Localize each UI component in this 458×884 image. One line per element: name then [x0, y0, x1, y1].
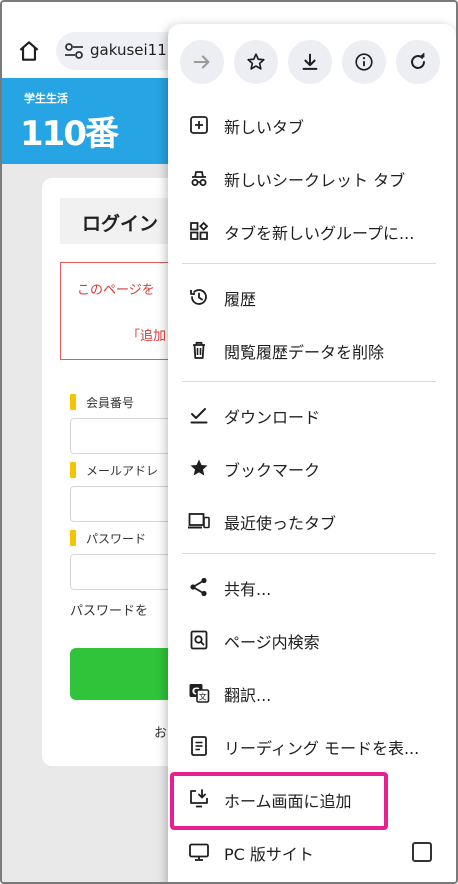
member-number-label: 会員番号	[86, 396, 135, 410]
reading-mode-icon	[186, 733, 212, 759]
menu-toolbar	[168, 24, 456, 98]
history-icon	[186, 284, 212, 310]
field-marker	[70, 530, 76, 546]
menu-item-history[interactable]: 履歴	[168, 272, 456, 322]
download-check-icon	[186, 402, 212, 428]
menu-item-find-in-page[interactable]: ページ内検索	[168, 615, 456, 665]
menu-item-translate[interactable]: G文 翻訳...	[168, 668, 456, 718]
new-tab-icon	[186, 112, 212, 138]
translate-icon: G文	[186, 680, 212, 706]
star-filled-icon	[186, 455, 212, 481]
desktop-site-checkbox[interactable]	[412, 842, 432, 862]
url-text: gakusei11	[90, 41, 167, 59]
menu-item-label: PC 版サイト	[224, 845, 314, 864]
menu-item-clear-browsing-data[interactable]: 閲覧履歴データを削除	[168, 325, 456, 375]
menu-divider	[182, 553, 436, 554]
menu-item-label: ページ内検索	[224, 633, 320, 652]
menu-item-label: 新しいタブ	[224, 118, 305, 137]
menu-divider	[182, 263, 436, 264]
menu-item-label: ダウンロード	[224, 408, 321, 427]
menu-item-label: 最近使ったタブ	[224, 514, 337, 533]
logo-number: 110番	[20, 114, 119, 154]
share-icon	[186, 574, 212, 600]
logo-tagline: 学生生活	[24, 92, 68, 105]
forward-arrow-icon	[193, 55, 210, 69]
reload-button[interactable]	[396, 40, 440, 84]
home-icon[interactable]	[16, 38, 42, 64]
incognito-icon	[186, 165, 212, 191]
menu-item-recent-tabs[interactable]: 最近使ったタブ	[168, 496, 456, 546]
find-in-page-icon	[186, 627, 212, 653]
menu-item-desktop-site[interactable]: PC 版サイト	[168, 827, 456, 877]
menu-item-new-incognito-tab[interactable]: 新しいシークレット タブ	[168, 153, 456, 203]
menu-item-label: 閲覧履歴データを削除	[224, 343, 385, 362]
tab-group-icon	[186, 218, 212, 244]
menu-item-bookmarks[interactable]: ブックマーク	[168, 443, 456, 493]
email-label: メールアドレ	[86, 464, 159, 478]
menu-item-tab-group[interactable]: タブを新しいグループに...	[168, 206, 456, 256]
highlight-box	[170, 772, 388, 830]
screenshot-frame: gakusei11 学生生活 110番 ログイン このページを 「追加 会員番号…	[0, 0, 458, 884]
forward-button[interactable]	[180, 40, 224, 84]
password-label: パスワード	[86, 532, 147, 546]
below-button-text[interactable]: お	[154, 722, 167, 741]
page-title: ログイン	[82, 213, 159, 235]
menu-item-downloads[interactable]: ダウンロード	[168, 390, 456, 440]
menu-item-label: ブックマーク	[224, 461, 321, 480]
menu-item-share[interactable]: 共有...	[168, 562, 456, 612]
menu-item-label: 履歴	[224, 290, 257, 309]
reload-icon	[411, 52, 425, 69]
menu-item-label: リーディング モードを表...	[224, 739, 420, 758]
info-icon	[355, 53, 373, 71]
star-icon	[247, 53, 265, 70]
menu-item-label: 翻訳...	[224, 686, 272, 705]
browser-overflow-menu: 新しいタブ 新しいシークレット タブ タブを新しいグループに... 履歴 閲覧履…	[168, 24, 456, 882]
devices-icon	[186, 508, 212, 534]
alert-text-1: このページを	[77, 283, 155, 298]
menu-item-label: 新しいシークレット タブ	[224, 171, 406, 190]
menu-item-new-tab[interactable]: 新しいタブ	[168, 100, 456, 150]
site-logo[interactable]: 学生生活 110番	[20, 86, 128, 156]
menu-item-reading-mode[interactable]: リーディング モードを表...	[168, 721, 456, 771]
download-icon	[302, 53, 318, 70]
alert-text-2: 「追加	[127, 329, 167, 344]
field-marker	[70, 394, 76, 410]
bookmark-button[interactable]	[234, 40, 278, 84]
menu-item-label: タブを新しいグループに...	[224, 224, 415, 243]
field-marker	[70, 462, 76, 478]
menu-divider	[182, 381, 436, 382]
menu-item-label: 共有...	[224, 580, 272, 599]
svg-text:文: 文	[199, 692, 207, 702]
tune-icon[interactable]	[64, 42, 84, 60]
page-info-button[interactable]	[342, 40, 386, 84]
desktop-icon	[186, 839, 212, 865]
password-note[interactable]: パスワードを	[70, 600, 148, 619]
download-button[interactable]	[288, 40, 332, 84]
trash-icon	[186, 337, 212, 363]
